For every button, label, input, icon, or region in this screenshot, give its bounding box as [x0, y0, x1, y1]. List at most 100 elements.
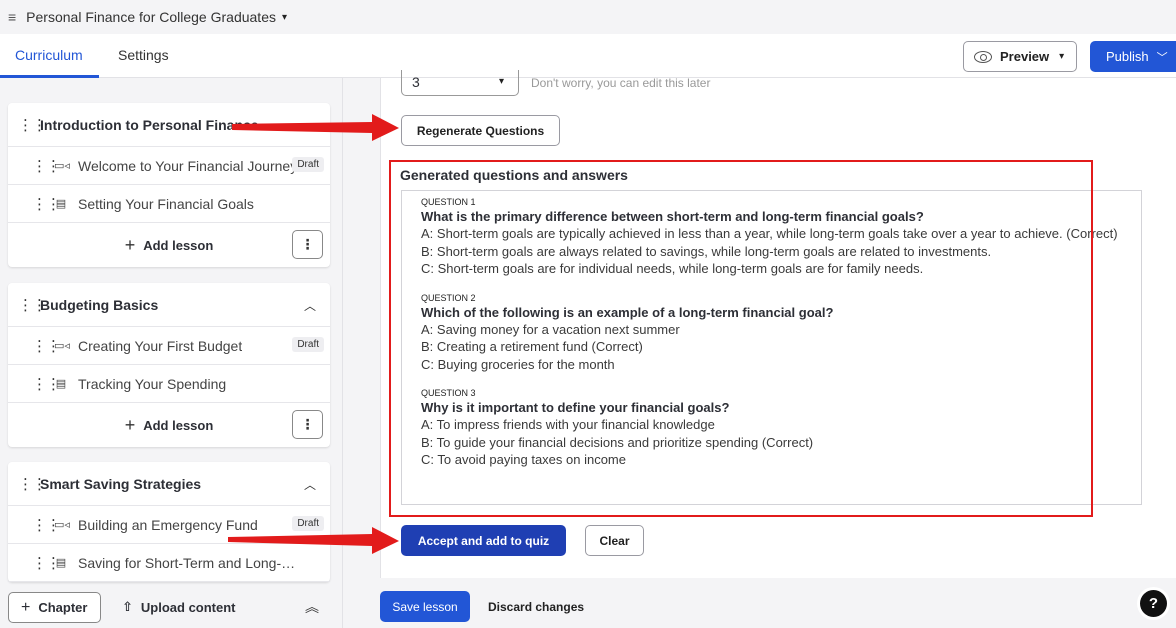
chapter-header[interactable]: ⋮⋮ Introduction to Personal Finance	[8, 103, 330, 147]
chapter-title: Budgeting Basics	[40, 296, 159, 313]
drag-handle-icon[interactable]: ⋮⋮	[32, 195, 61, 213]
top-bar: ≡ Personal Finance for College Graduates…	[0, 0, 1176, 34]
drag-handle-icon[interactable]: ⋮⋮	[18, 475, 47, 493]
sidebar-footer: + Chapter ⇧ Upload content ︽	[0, 586, 342, 628]
question-label: QUESTION 3	[421, 388, 476, 398]
status-badge: Draft	[292, 337, 324, 352]
question-block: QUESTION 2 Which of the following is an …	[421, 292, 1141, 374]
status-badge: Draft	[292, 516, 324, 531]
upload-content-label: Upload content	[140, 599, 236, 615]
collapse-all-icon[interactable]: ︽	[305, 597, 319, 617]
answer-option: B: Short-term goals are always related t…	[421, 243, 992, 259]
chevron-up-icon[interactable]: ︿	[304, 297, 316, 314]
status-badge: Draft	[292, 157, 324, 172]
chapter-card: ⋮⋮ Budgeting Basics ︿ ⋮⋮ ▭◃ Creating You…	[8, 283, 330, 447]
chapter-header[interactable]: ⋮⋮ Budgeting Basics ︿	[8, 283, 330, 327]
answer-option: B: To guide your financial decisions and…	[421, 434, 814, 450]
chapter-title: Introduction to Personal Finance	[40, 116, 259, 133]
publish-button[interactable]: Publish ﹀	[1090, 41, 1176, 72]
lesson-title: Saving for Short-Term and Long-Term G...	[78, 554, 300, 571]
chevron-down-icon[interactable]: ▾	[282, 12, 287, 23]
answer-option: A: Short-term goals are typically achiev…	[421, 226, 1118, 241]
hamburger-icon[interactable]: ≡	[8, 9, 16, 25]
tab-settings[interactable]: Settings	[118, 47, 169, 63]
document-icon: ▤	[55, 198, 67, 210]
lesson-title: Setting Your Financial Goals	[78, 195, 254, 212]
drag-handle-icon[interactable]: ⋮⋮	[32, 516, 61, 534]
answer-option: B: Creating a retirement fund (Correct)	[421, 339, 643, 354]
add-lesson-row: + Add lesson ⋮	[8, 223, 330, 267]
accept-and-add-to-quiz-button[interactable]: Accept and add to quiz	[401, 525, 566, 556]
lesson-title: Creating Your First Budget	[78, 337, 243, 354]
chevron-up-icon[interactable]: ︿	[304, 476, 316, 493]
drag-handle-icon[interactable]: ⋮⋮	[18, 296, 47, 314]
generated-questions-heading: Generated questions and answers	[400, 167, 628, 183]
lesson-title: Building an Emergency Fund	[78, 516, 258, 533]
chapter-header[interactable]: ⋮⋮ Smart Saving Strategies ︿	[8, 462, 330, 506]
drag-handle-icon[interactable]: ⋮⋮	[32, 554, 61, 572]
tab-curriculum[interactable]: Curriculum	[15, 47, 83, 63]
upload-content-button[interactable]: ⇧ Upload content	[122, 599, 236, 615]
question-text: Which of the following is an example of …	[421, 304, 834, 320]
video-icon: ▭◃	[54, 340, 70, 352]
video-icon: ▭◃	[54, 160, 70, 172]
document-icon: ▤	[55, 378, 67, 390]
quiz-generator-panel: 3 ▾ Don't worry, you can edit this later…	[380, 70, 1176, 578]
lesson-item[interactable]: ⋮⋮ ▤ Tracking Your Spending	[8, 365, 330, 403]
question-label: QUESTION 1	[421, 197, 476, 207]
chapter-card: ⋮⋮ Introduction to Personal Finance ⋮⋮ ▭…	[8, 103, 330, 267]
plus-icon[interactable]: +	[125, 235, 136, 256]
drag-handle-icon[interactable]: ⋮⋮	[32, 375, 61, 393]
lesson-editor: 3 ▾ Don't worry, you can edit this later…	[343, 70, 1176, 628]
lesson-item[interactable]: ⋮⋮ ▭◃ Creating Your First Budget Draft	[8, 327, 330, 365]
answer-option: C: Buying groceries for the month	[421, 356, 615, 372]
lesson-item[interactable]: ⋮⋮ ▤ Setting Your Financial Goals	[8, 185, 330, 223]
chapter-card: ⋮⋮ Smart Saving Strategies ︿ ⋮⋮ ▭◃ Build…	[8, 462, 330, 582]
regenerate-questions-button[interactable]: Regenerate Questions	[401, 115, 560, 146]
lesson-item[interactable]: ⋮⋮ ▤ Saving for Short-Term and Long-Term…	[8, 544, 330, 582]
upload-icon: ⇧	[122, 599, 133, 614]
curriculum-sidebar: ⋮⋮ Introduction to Personal Finance ⋮⋮ ▭…	[0, 78, 343, 628]
video-icon: ▭◃	[54, 519, 70, 531]
add-lesson-row: + Add lesson ⋮	[8, 403, 330, 447]
publish-label: Publish	[1106, 49, 1149, 64]
question-text: Why is it important to define your finan…	[421, 400, 730, 415]
discard-changes-button[interactable]: Discard changes	[488, 600, 584, 614]
chevron-down-icon: ﹀	[1156, 51, 1168, 64]
save-lesson-button[interactable]: Save lesson	[380, 591, 470, 622]
answer-option: C: Short-term goals are for individual n…	[421, 261, 924, 276]
add-lesson-button[interactable]: Add lesson	[143, 418, 213, 433]
add-chapter-label: Chapter	[38, 600, 88, 615]
chevron-down-icon: ▾	[1059, 51, 1065, 62]
answer-option: C: To avoid paying taxes on income	[421, 452, 626, 467]
editor-footer: Save lesson Discard changes ?	[343, 586, 1176, 628]
question-count-hint: Don't worry, you can edit this later	[531, 76, 711, 90]
lesson-title: Tracking Your Spending	[78, 375, 227, 392]
help-icon[interactable]: ?	[1140, 590, 1167, 617]
lesson-item[interactable]: ⋮⋮ ▭◃ Welcome to Your Financial Journey …	[8, 147, 330, 185]
course-title[interactable]: Personal Finance for College Graduates	[26, 9, 276, 25]
drag-handle-icon[interactable]: ⋮⋮	[32, 157, 61, 175]
question-label: QUESTION 2	[421, 292, 476, 303]
preview-label: Preview	[1000, 49, 1050, 64]
preview-button[interactable]: Preview ▾	[963, 41, 1077, 72]
answer-option: A: To impress friends with your financia…	[421, 417, 715, 432]
chapter-title: Smart Saving Strategies	[40, 475, 202, 492]
drag-handle-icon[interactable]: ⋮⋮	[32, 337, 61, 355]
plus-icon[interactable]: +	[125, 415, 136, 436]
add-chapter-button[interactable]: + Chapter	[8, 592, 101, 623]
generated-questions-box[interactable]: QUESTION 1 What is the primary differenc…	[401, 190, 1142, 505]
more-options-icon[interactable]: ⋮	[292, 410, 323, 439]
plus-icon: +	[21, 598, 31, 616]
clear-button[interactable]: Clear	[585, 525, 644, 556]
eye-icon	[974, 50, 992, 63]
document-icon: ▤	[55, 557, 67, 569]
chevron-down-icon: ▾	[498, 76, 504, 87]
question-count-select[interactable]: 3 ▾	[401, 70, 519, 96]
lesson-item[interactable]: ⋮⋮ ▭◃ Building an Emergency Fund Draft	[8, 506, 330, 544]
add-lesson-button[interactable]: Add lesson	[143, 238, 213, 253]
question-count-value: 3	[412, 74, 420, 90]
more-options-icon[interactable]: ⋮	[292, 230, 323, 259]
answer-option: A: Saving money for a vacation next summ…	[421, 321, 680, 337]
drag-handle-icon[interactable]: ⋮⋮	[18, 116, 47, 134]
